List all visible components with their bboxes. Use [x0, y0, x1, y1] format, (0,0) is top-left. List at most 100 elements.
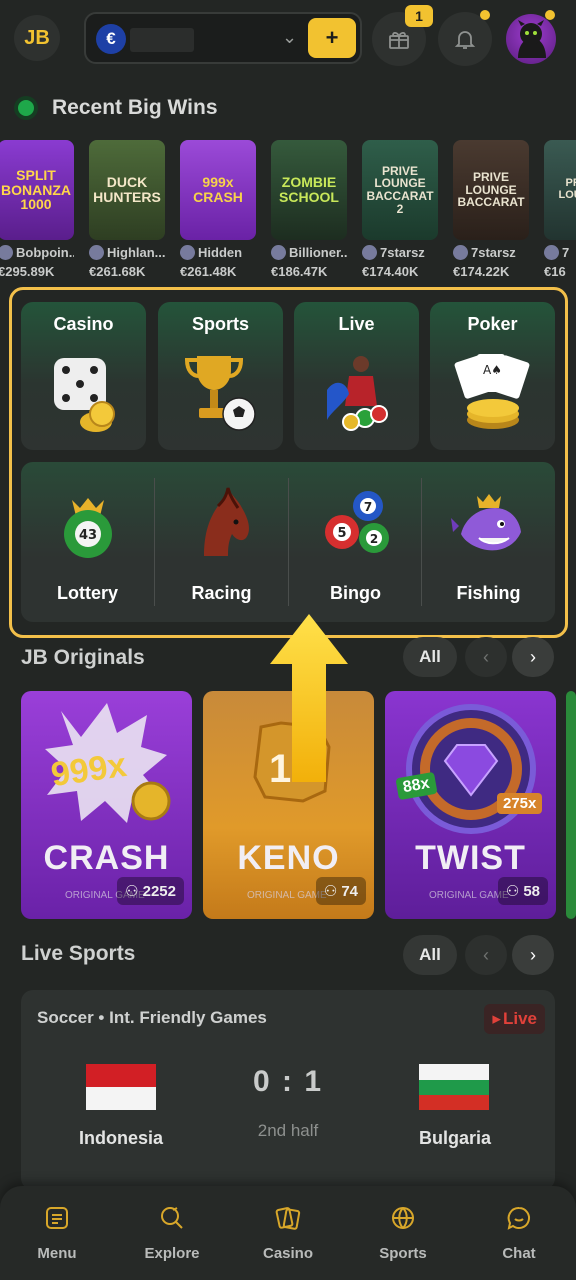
indonesia-flag-icon	[86, 1064, 156, 1110]
player-count: 58	[523, 882, 540, 900]
notification-dot	[480, 10, 490, 20]
casino-icon	[275, 1207, 301, 1230]
user-badge-icon	[362, 245, 377, 260]
player-count-badge: ⚇ 2252	[117, 877, 184, 905]
game-thumbnail: 999x CRASH	[180, 140, 256, 240]
sport-name: Soccer	[37, 1008, 94, 1027]
nav-casino[interactable]: Casino	[238, 1204, 338, 1262]
recent-big-wins-title: Recent Big Wins	[52, 96, 218, 119]
win-amount: €186.47K	[271, 264, 328, 279]
player-count: 2252	[142, 882, 176, 900]
win-username: 7	[562, 245, 570, 260]
chevron-left-icon: ‹	[483, 646, 489, 667]
sports-ball-icon	[392, 1207, 414, 1229]
nav-label: Chat	[502, 1245, 536, 1262]
original-game-card[interactable]: 88x 275x TWIST ORIGINAL GAME ⚇ 58	[385, 691, 556, 919]
original-game-name: CRASH	[43, 839, 170, 877]
game-thumbnail: PRIVE LOUNGE	[544, 140, 576, 240]
win-amount: €174.22K	[453, 264, 510, 279]
game-thumbnail: SPLIT BONANZA 1000	[0, 140, 74, 240]
menu-icon	[46, 1207, 68, 1229]
player-count-badge: ⚇ 74	[315, 877, 366, 905]
deposit-button[interactable]: +	[308, 18, 356, 58]
user-badge-icon	[453, 245, 468, 260]
jb-logo[interactable]: JB	[14, 15, 60, 61]
live-sports-title: Live Sports	[21, 942, 136, 965]
avatar[interactable]	[506, 14, 556, 64]
bulgaria-flag-icon	[419, 1064, 489, 1110]
originals-title: JB Originals	[21, 646, 145, 669]
nav-menu[interactable]: Menu	[7, 1204, 107, 1262]
win-card[interactable]: 999x CRASH Hidden €261.48K	[180, 140, 256, 279]
originals-prev-button[interactable]: ‹	[465, 637, 507, 677]
win-card[interactable]: SPLIT BONANZA 1000 Bobpoin... €295.89K	[0, 140, 74, 279]
win-card[interactable]: PRIVE LOUNGE BACCARAT 7starsz €174.22K	[453, 140, 529, 279]
nav-label: Explore	[144, 1245, 200, 1262]
live-badge: ▸ Live	[484, 1004, 545, 1034]
chevron-right-icon: ›	[530, 646, 536, 667]
match-period: 2nd half	[257, 1121, 319, 1140]
game-thumbnail: DUCK HUNTERS	[89, 140, 165, 240]
original-game-name: KENO	[237, 839, 340, 877]
match-card[interactable]: Soccer • Int. Friendly Games ▸ Live Indon…	[21, 990, 555, 1190]
original-game-sub: ORIGINAL GAME	[247, 890, 327, 901]
chevron-down-icon[interactable]: ⌄	[282, 27, 297, 48]
live-sports-next-button[interactable]: ›	[512, 935, 554, 975]
user-badge-icon	[544, 245, 559, 260]
avatar-monster-icon	[518, 20, 546, 58]
highlight-arrow-up-icon	[270, 614, 348, 782]
win-card[interactable]: DUCK HUNTERS Highlan... €261.68K	[89, 140, 165, 279]
chat-icon	[507, 1206, 530, 1230]
win-card[interactable]: ZOMBIE SCHOOL Billioner... €186.47K	[271, 140, 347, 279]
recent-wins-carousel[interactable]: SPLIT BONANZA 1000 Bobpoin... €295.89K D…	[0, 140, 576, 286]
game-thumbnail: ZOMBIE SCHOOL	[271, 140, 347, 240]
chevron-left-icon: ‹	[483, 944, 489, 965]
balance-hidden	[130, 28, 194, 52]
gift-icon	[389, 31, 409, 49]
originals-all-button[interactable]: All	[403, 637, 457, 677]
live-sports-prev-button[interactable]: ‹	[465, 935, 507, 975]
bottom-nav: Menu Explore Casino Sports Chat	[0, 1186, 576, 1280]
game-thumbnail: PRIVE LOUNGE BACCARAT	[453, 140, 529, 240]
twist-multiplier-tag: 275x	[497, 793, 543, 814]
originals-next-button[interactable]: ›	[512, 637, 554, 677]
explore-icon	[161, 1207, 183, 1229]
live-indicator-icon	[18, 100, 34, 116]
user-icon: ⚇	[125, 883, 139, 900]
match-score: 0 : 1	[252, 1065, 324, 1098]
nav-explore[interactable]: Explore	[122, 1204, 222, 1262]
notifications-button[interactable]	[438, 12, 492, 66]
win-card[interactable]: PRIVE LOUNGE 7 €16	[544, 140, 576, 279]
original-game-sub: ORIGINAL GAME	[429, 890, 509, 901]
nav-chat[interactable]: Chat	[469, 1204, 569, 1262]
recent-big-wins-header: Recent Big Wins	[18, 96, 218, 120]
original-game-card-peek[interactable]	[566, 691, 576, 919]
win-username: 7starsz	[471, 245, 516, 260]
user-icon: ⚇	[505, 883, 520, 900]
euro-currency-icon: €	[96, 24, 126, 54]
live-sports-all-button[interactable]: All	[403, 935, 457, 975]
league-name: Int. Friendly Games	[109, 1008, 267, 1027]
live-label: Live	[502, 1009, 537, 1028]
play-icon: ▸	[492, 1009, 501, 1028]
category-highlight-frame	[9, 287, 568, 638]
win-amount: €174.40K	[362, 264, 419, 279]
win-username: Billioner...	[289, 245, 347, 260]
wallet-selector[interactable]: € ⌄ +	[84, 12, 362, 64]
home-team: Indonesia	[78, 1128, 163, 1148]
top-bar: JB € ⌄ + 1	[0, 0, 576, 78]
win-username: 7starsz	[380, 245, 425, 260]
player-count-badge: ⚇ 58	[497, 877, 548, 905]
win-amount: €261.68K	[89, 264, 146, 279]
nav-sports[interactable]: Sports	[353, 1204, 453, 1262]
user-badge-icon	[271, 245, 286, 260]
original-game-card[interactable]: 999x CRASH ORIGINAL GAME ⚇ 2252	[21, 691, 192, 919]
user-badge-icon	[180, 245, 195, 260]
win-card[interactable]: PRIVE LOUNGE BACCARAT 2 7starsz €174.40K	[362, 140, 438, 279]
win-amount: €261.48K	[180, 264, 237, 279]
user-icon: ⚇	[323, 883, 338, 900]
nav-label: Casino	[262, 1245, 313, 1262]
match-league: Soccer • Int. Friendly Games	[37, 1008, 267, 1027]
away-team: Bulgaria	[418, 1128, 492, 1148]
original-game-name: TWIST	[415, 839, 526, 877]
